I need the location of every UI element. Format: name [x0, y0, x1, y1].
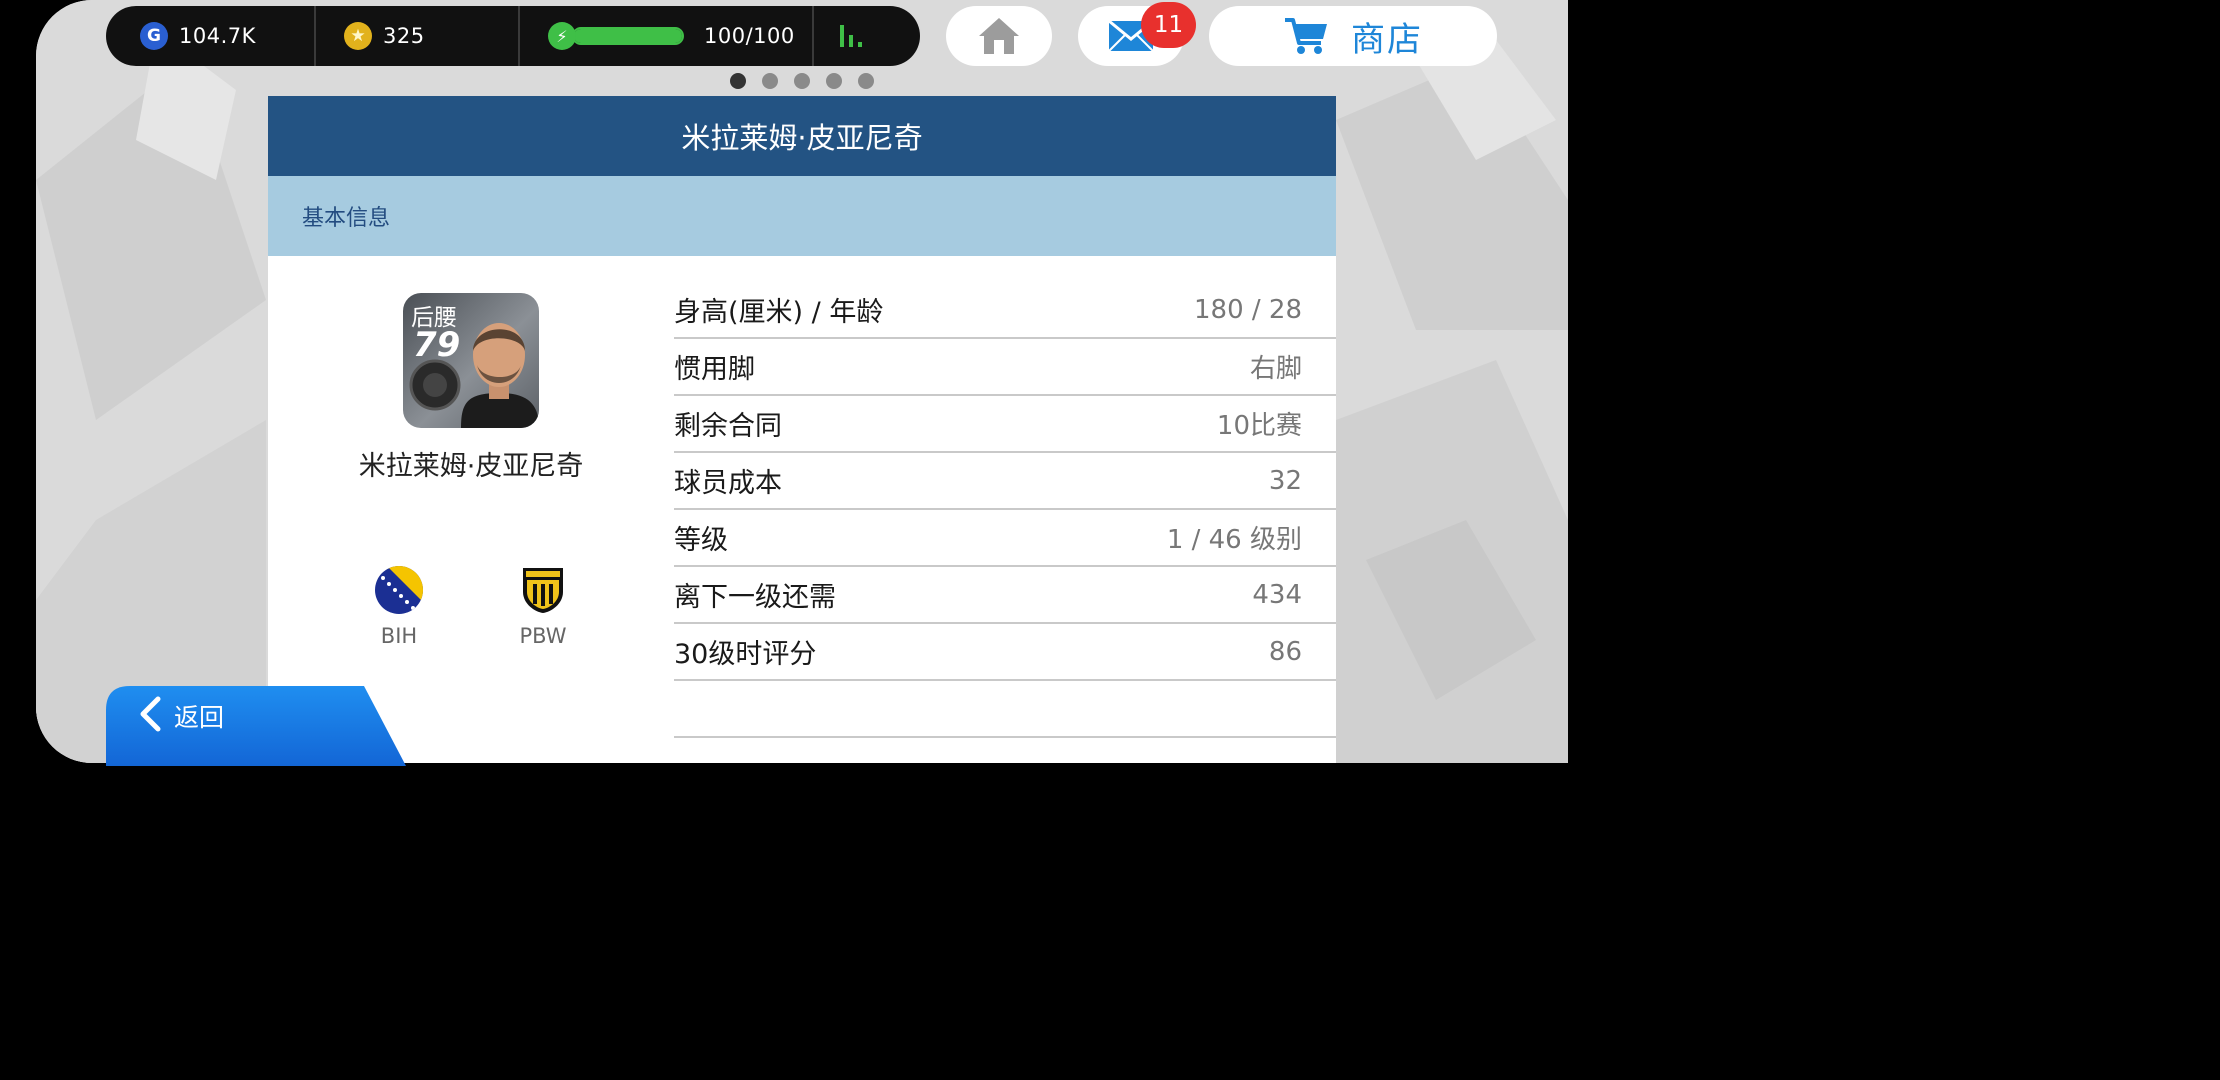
- shop-label: 商店: [1351, 19, 1423, 60]
- energy-display[interactable]: ⚡ 100/100: [520, 6, 814, 66]
- gp-value: 104.7K: [179, 24, 256, 48]
- home-button[interactable]: [946, 6, 1052, 66]
- page-dot[interactable]: [730, 73, 746, 89]
- bosnia-flag-icon: [375, 566, 423, 614]
- page-dot[interactable]: [794, 73, 810, 89]
- stat-label: 球员成本: [674, 468, 782, 499]
- stat-value: 180 / 28: [1194, 294, 1302, 325]
- cart-icon: [1285, 18, 1327, 54]
- shop-button[interactable]: 商店: [1209, 6, 1497, 66]
- page-dot[interactable]: [826, 73, 842, 89]
- player-info-panel: 米拉莱姆·皮亚尼奇 基本信息 后腰 79 米拉莱姆·皮亚尼奇 BIH PBW 身…: [268, 96, 1336, 763]
- coins-value: 325: [383, 24, 425, 48]
- stat-label: 离下一级还需: [674, 582, 836, 613]
- panel-title: 米拉莱姆·皮亚尼奇: [268, 96, 1336, 176]
- stat-row-rating-at-30: 30级时评分 86: [674, 624, 1336, 681]
- stat-label: 身高(厘米) / 年龄: [674, 297, 884, 328]
- stat-label: 惯用脚: [674, 354, 755, 385]
- energy-value: 100/100: [704, 24, 795, 48]
- stat-value: 1 / 46 级别: [1166, 525, 1302, 555]
- stat-value: 86: [1268, 636, 1302, 667]
- club-crest-icon: [523, 568, 563, 613]
- stat-value: 32: [1268, 465, 1302, 496]
- stat-row-empty: [674, 681, 1336, 738]
- stat-row-level: 等级 1 / 46 级别: [674, 510, 1336, 567]
- gold-coin-icon: ★: [344, 22, 372, 50]
- back-label: 返回: [174, 703, 225, 732]
- stat-value: 10比赛: [1216, 411, 1302, 441]
- chevron-left-icon: [140, 696, 161, 732]
- stat-label: 等级: [674, 525, 728, 556]
- page-dot[interactable]: [762, 73, 778, 89]
- stat-value: 右脚: [1249, 354, 1302, 384]
- signal-display: [814, 6, 914, 66]
- stat-row-preferred-foot: 惯用脚 右脚: [674, 339, 1336, 396]
- energy-icon: ⚡: [548, 22, 576, 50]
- page-dot[interactable]: [858, 73, 874, 89]
- stat-row-height-age: 身高(厘米) / 年龄 180 / 28: [674, 282, 1336, 339]
- nation-code: BIH: [380, 624, 418, 648]
- stat-row-contract: 剩余合同 10比赛: [674, 396, 1336, 453]
- energy-bar: [572, 27, 684, 45]
- back-button[interactable]: 返回: [106, 686, 406, 766]
- stat-row-next-level: 离下一级还需 434: [674, 567, 1336, 624]
- mail-badge: 11: [1141, 2, 1196, 48]
- page-indicator: [730, 73, 874, 89]
- stat-row-cost: 球员成本 32: [674, 453, 1336, 510]
- stat-value: 434: [1252, 579, 1302, 610]
- club-code: PBW: [519, 624, 567, 648]
- club-badge[interactable]: PBW: [503, 566, 583, 648]
- gp-display[interactable]: G 104.7K: [106, 6, 316, 66]
- gp-coin-icon: G: [140, 22, 168, 50]
- nation-flag[interactable]: BIH: [359, 566, 439, 648]
- player-name: 米拉莱姆·皮亚尼奇: [358, 451, 584, 482]
- stat-label: 30级时评分: [674, 639, 817, 670]
- resource-bar: G 104.7K ★ 325 ⚡ 100/100: [106, 6, 920, 66]
- section-header: 基本信息: [268, 176, 1336, 256]
- player-card[interactable]: 后腰 79: [403, 293, 539, 428]
- coins-display[interactable]: ★ 325: [316, 6, 520, 66]
- energy-fill: [574, 29, 682, 43]
- home-icon: [979, 18, 1019, 54]
- signal-icon: [840, 25, 862, 47]
- stats-table: 身高(厘米) / 年龄 180 / 28 惯用脚 右脚 剩余合同 10比赛 球员…: [674, 282, 1336, 738]
- overall-rating: 79: [413, 325, 461, 365]
- stat-label: 剩余合同: [674, 411, 782, 442]
